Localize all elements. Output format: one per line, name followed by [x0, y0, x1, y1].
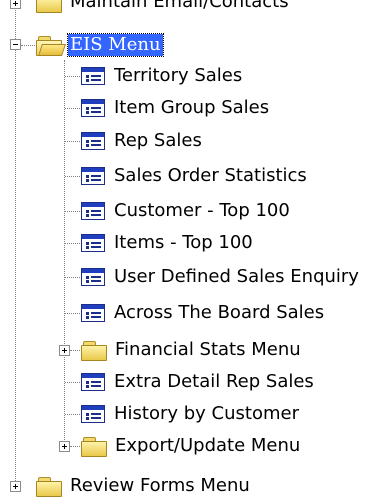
tree-item-customer-top-100[interactable]: Customer - Top 100	[81, 196, 292, 226]
folder-icon	[36, 0, 62, 13]
folder-icon	[81, 340, 107, 361]
tree-guide-line	[65, 277, 80, 278]
collapse-toggle-eis-menu[interactable]	[10, 39, 21, 50]
expand-toggle-export-update-menu[interactable]	[59, 441, 70, 452]
tree-guide-line	[65, 108, 80, 109]
folder-icon	[81, 436, 107, 457]
report-form-icon	[81, 234, 105, 252]
tree-item-sales-order-statistics[interactable]: Sales Order Statistics	[81, 161, 309, 191]
report-form-icon	[81, 99, 105, 117]
tree-item-history-by-customer[interactable]: History by Customer	[81, 399, 301, 429]
tree-item-review-forms-menu[interactable]: Review Forms Menu	[36, 471, 252, 501]
tree-guide-line	[65, 382, 80, 383]
tree-item-label: Sales Order Statistics	[114, 165, 307, 186]
tree-guide-line	[65, 243, 80, 244]
tree-guide-line	[70, 350, 80, 351]
tree-item-label: History by Customer	[114, 403, 299, 424]
tree-item-eis-menu[interactable]: EIS Menu	[36, 30, 164, 60]
report-form-icon	[81, 202, 105, 220]
tree-item-rep-sales[interactable]: Rep Sales	[81, 126, 204, 156]
report-form-icon	[81, 167, 105, 185]
tree-item-label: Maintain Email/Contacts	[70, 0, 289, 12]
tree-item-label: Review Forms Menu	[70, 475, 250, 496]
tree-guide-line	[65, 414, 80, 415]
tree-item-extra-detail-rep-sales[interactable]: Extra Detail Rep Sales	[81, 367, 316, 397]
tree-item-across-the-board-sales[interactable]: Across The Board Sales	[81, 298, 326, 328]
open-folder-icon	[36, 35, 66, 56]
tree-item-label: Items - Top 100	[114, 232, 253, 253]
tree-item-user-defined-sales-enquiry[interactable]: User Defined Sales Enquiry	[81, 262, 361, 292]
tree-guide-line	[21, 45, 35, 46]
tree-item-label: Rep Sales	[114, 130, 202, 151]
tree-guide-line	[65, 211, 80, 212]
tree-guide-line	[65, 313, 80, 314]
tree-guide-line	[15, 0, 16, 489]
tree-guide-line	[70, 446, 80, 447]
tree-guide-line	[65, 76, 80, 77]
tree-item-label: Item Group Sales	[114, 97, 270, 118]
tree-item-label: Customer - Top 100	[114, 200, 290, 221]
tree-item-financial-stats-menu[interactable]: Financial Stats Menu	[81, 335, 303, 365]
tree-guide-line	[65, 141, 80, 142]
folder-icon	[36, 476, 62, 497]
tree-item-item-group-sales[interactable]: Item Group Sales	[81, 93, 271, 123]
expand-toggle-financial-stats-menu[interactable]	[59, 345, 70, 356]
tree-item-maintain-email-contacts[interactable]: Maintain Email/Contacts	[36, 0, 291, 17]
tree-item-label: Extra Detail Rep Sales	[114, 371, 314, 392]
tree-item-label: Across The Board Sales	[114, 302, 325, 323]
tree-item-items-top-100[interactable]: Items - Top 100	[81, 228, 255, 258]
tree-item-label: User Defined Sales Enquiry	[114, 266, 359, 287]
tree-guide-line	[64, 60, 65, 446]
report-form-icon	[81, 67, 105, 85]
tree-item-label: Territory Sales	[114, 65, 243, 86]
expand-toggle-review-forms-menu[interactable]	[10, 481, 21, 492]
report-form-icon	[81, 405, 105, 423]
tree-item-label: Financial Stats Menu	[115, 339, 301, 360]
tree-guide-line	[65, 176, 80, 177]
tree-item-export-update-menu[interactable]: Export/Update Menu	[81, 431, 302, 461]
report-form-icon	[81, 304, 105, 322]
report-form-icon	[81, 132, 105, 150]
tree-item-territory-sales[interactable]: Territory Sales	[81, 61, 244, 91]
expand-toggle-top[interactable]	[10, 0, 21, 9]
report-form-icon	[81, 373, 105, 391]
tree-item-label: EIS Menu	[67, 33, 164, 57]
tree-item-label: Export/Update Menu	[115, 435, 301, 456]
report-form-icon	[81, 268, 105, 286]
